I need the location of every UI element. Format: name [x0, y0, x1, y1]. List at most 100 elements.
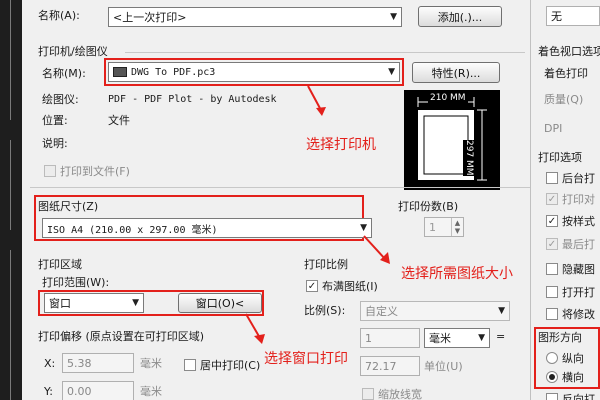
scale-value1-field[interactable]: 1: [360, 328, 420, 348]
location-value: 文件: [108, 114, 130, 127]
plot-to-file-checkbox[interactable]: 打印到文件(F): [44, 163, 130, 179]
plotter-value: PDF - PDF Plot - by Autodesk: [108, 94, 277, 105]
option-label: 后台打: [562, 172, 595, 185]
plot-style-value: 无: [551, 10, 562, 23]
spinner-arrows-icon: ▲ ▼: [451, 218, 463, 236]
page-setup-name-value: <上一次打印>: [113, 11, 187, 24]
printer-icon: [113, 67, 127, 77]
offset-x-field[interactable]: 5.38: [62, 353, 134, 373]
offset-x-label: X:: [44, 357, 56, 370]
center-plot-checkbox[interactable]: 居中打印(C): [184, 357, 260, 373]
landscape-label: 横向: [562, 371, 584, 384]
plot-options-label: 打印选项: [538, 151, 582, 164]
offset-x-unit: 毫米: [140, 357, 162, 370]
copies-label: 打印份数(B): [398, 200, 459, 213]
paper-preview: 210 MM 297 MM: [404, 90, 500, 190]
group-divider: [125, 52, 525, 53]
checkbox-box: [546, 393, 558, 400]
properties-button[interactable]: 特性(R)...: [412, 62, 500, 83]
scale-label: 比例(S):: [304, 304, 346, 317]
annotation-arrow: [363, 235, 390, 264]
scale-value: 自定义: [365, 305, 398, 318]
equals-sign: =: [496, 330, 506, 343]
group-divider: [30, 187, 530, 188]
copies-value: 1: [429, 220, 436, 234]
offset-y-value: 0.00: [67, 384, 92, 398]
offset-y-unit: 毫米: [140, 385, 162, 398]
radio-circle: [546, 371, 558, 383]
offset-y-field[interactable]: 0.00: [62, 381, 134, 400]
paper-size-label: 图纸尺寸(Z): [38, 200, 99, 213]
option-hide-objects[interactable]: 隐藏图: [546, 261, 595, 277]
option-plot-object[interactable]: ✓ 打印对: [546, 191, 595, 207]
scale-value1: 1: [365, 331, 372, 345]
background-strip: [0, 0, 22, 400]
fit-to-paper-label: 布满图纸(I): [322, 280, 378, 293]
annotation-arrow: [245, 313, 265, 344]
plot-upside-down-checkbox[interactable]: 反向打: [546, 391, 595, 400]
orientation-section-label: 图形方向: [538, 331, 582, 344]
check-icon: ✓: [306, 280, 318, 292]
plot-upside-down-label: 反向打: [562, 393, 595, 400]
printer-name-label: 名称(M):: [42, 67, 86, 80]
checkbox-box: [546, 172, 558, 184]
paper-size-value: ISO A4 (210.00 x 297.00 毫米): [47, 224, 218, 236]
option-label: 打开打: [562, 286, 595, 299]
option-label: 按样式: [562, 215, 595, 228]
plot-style-dropdown[interactable]: 无: [546, 6, 600, 26]
preview-width-label: 210 MM: [428, 93, 468, 104]
page-setup-name-dropdown[interactable]: <上一次打印> ▼: [108, 7, 402, 27]
dpi-label: DPI: [544, 122, 563, 135]
plot-to-file-label: 打印到文件(F): [60, 165, 130, 178]
option-label: 打印对: [562, 193, 595, 206]
plot-offset-label: 打印偏移 (原点设置在可打印区域): [38, 330, 205, 343]
checkbox-box: [184, 359, 196, 371]
shade-plot-label: 着色打印: [544, 67, 588, 80]
viewport-section-label: 着色视口选项: [538, 45, 600, 58]
scale-lineweights-checkbox[interactable]: 缩放线宽: [362, 386, 422, 400]
option-plot-paperspace-last[interactable]: ✓ 最后打: [546, 236, 595, 252]
option-save-changes[interactable]: 将修改: [546, 306, 595, 322]
quality-label: 质量(Q): [544, 93, 584, 106]
option-label: 将修改: [562, 308, 595, 321]
landscape-radio[interactable]: 横向: [546, 369, 584, 385]
unit-label: 单位(U): [424, 360, 463, 373]
portrait-radio[interactable]: 纵向: [546, 350, 584, 366]
scale-lineweights-label: 缩放线宽: [378, 388, 422, 400]
plot-scale-label: 打印比例: [304, 258, 348, 271]
printer-section-label: 打印机/绘图仪: [38, 45, 108, 58]
option-plot-with-styles[interactable]: ✓ 按样式: [546, 213, 595, 229]
chevron-down-icon: ▼: [132, 298, 139, 308]
unit-value: 毫米: [429, 332, 451, 345]
plot-range-dropdown[interactable]: 窗口 ▼: [44, 293, 144, 313]
annotation-select-paper: 选择所需图纸大小: [401, 266, 513, 282]
chevron-down-icon: ▼: [390, 12, 397, 22]
checkbox-box: [546, 286, 558, 298]
chevron-down-icon: ▼: [478, 333, 485, 343]
checkbox-box: [546, 308, 558, 320]
plot-range-label: 打印范围(W):: [42, 276, 110, 289]
unit-dropdown[interactable]: 毫米 ▼: [424, 328, 490, 348]
fit-to-paper-checkbox[interactable]: ✓ 布满图纸(I): [306, 278, 378, 294]
option-label: 最后打: [562, 238, 595, 251]
scale-value2-field[interactable]: 72.17: [360, 356, 420, 376]
plotter-label: 绘图仪:: [42, 93, 79, 106]
checkbox-box: [362, 388, 374, 400]
preview-height-label: 297 MM: [463, 140, 474, 176]
checkbox-box: [546, 263, 558, 275]
paper-size-dropdown[interactable]: ISO A4 (210.00 x 297.00 毫米) ▼: [42, 218, 372, 238]
plot-range-value: 窗口: [49, 297, 71, 310]
offset-y-label: Y:: [44, 385, 53, 398]
plot-area-label: 打印区域: [38, 258, 82, 271]
description-label: 说明:: [42, 137, 68, 150]
panel-divider: [530, 0, 531, 400]
scale-value2: 72.17: [365, 359, 397, 373]
printer-name-dropdown[interactable]: DWG To PDF.pc3 ▼: [108, 62, 400, 82]
scale-dropdown[interactable]: 自定义 ▼: [360, 301, 510, 321]
option-background-plot[interactable]: 后台打: [546, 170, 595, 186]
add-button[interactable]: 添加(.)...: [418, 6, 502, 27]
chevron-down-icon: ▼: [388, 67, 395, 77]
option-plot-stamp[interactable]: 打开打: [546, 284, 595, 300]
copies-spinner[interactable]: 1 ▲ ▼: [424, 217, 464, 237]
annotation-select-printer: 选择打印机: [306, 137, 376, 153]
